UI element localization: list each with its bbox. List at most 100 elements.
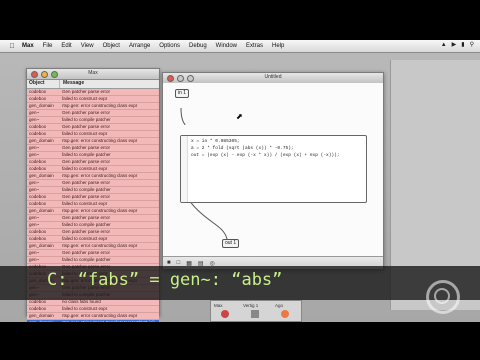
menu-edit[interactable]: Edit	[61, 43, 71, 49]
code-line-2[interactable]: a = 2 * fold (sqrt (abs (x)) * -0.75);	[191, 146, 294, 151]
console-row[interactable]: codebox Gen patcher parse error	[27, 89, 159, 96]
console-row-message: Gen patcher parse error	[62, 229, 111, 234]
record-icon[interactable]	[221, 310, 229, 318]
in-object[interactable]: in 1	[175, 89, 190, 98]
console-row[interactable]: codebox Gen patcher parse error	[27, 159, 159, 166]
stop-icon[interactable]	[251, 310, 259, 318]
spotlight-icon[interactable]: ⚲	[470, 41, 474, 48]
code-line-1[interactable]: x = in * 0.085305;	[191, 139, 240, 144]
apple-menu-icon[interactable]: 	[7, 43, 17, 50]
menu-file[interactable]: File	[43, 43, 53, 49]
console-row-object: codebox	[29, 159, 47, 164]
console-row-message: failed to compile patcher	[62, 257, 111, 262]
menu-extras[interactable]: Extras	[246, 43, 263, 49]
column-message[interactable]: Message	[60, 80, 159, 88]
console-row[interactable]: gen~ Gen patcher parse error	[27, 110, 159, 117]
console-row[interactable]: gen~ failed to compile patcher	[27, 222, 159, 229]
console-row-message: Gen patcher parse error	[62, 180, 111, 185]
patch-cord-in[interactable]	[180, 107, 186, 126]
console-row[interactable]: gen_domain rtsp.gen: error constructing c…	[27, 313, 159, 320]
console-row[interactable]: gen~ failed to compile patcher	[27, 187, 159, 194]
menu-window[interactable]: Window	[216, 43, 237, 49]
console-row[interactable]: codebox failed to construct expr	[27, 96, 159, 103]
console-row[interactable]: codebox failed to construct expr	[27, 236, 159, 243]
menu-options[interactable]: Options	[159, 43, 180, 49]
wifi-icon[interactable]: ▲	[441, 42, 447, 48]
out-object[interactable]: out 1	[222, 239, 240, 248]
console-row[interactable]: gen~ failed to compile patcher	[27, 117, 159, 124]
console-row[interactable]: codebox failed to construct expr	[27, 201, 159, 208]
console-row[interactable]: gen~ Gen patcher parse error	[27, 250, 159, 257]
console-row-object: gen~	[29, 110, 40, 115]
console-row-message: Gen patcher parse error	[62, 215, 111, 220]
console-row-object: gen~	[29, 145, 40, 150]
console-row-message: failed to construct expr	[62, 166, 108, 171]
code-line-3[interactable]: out = (exp (x) - exp (-x * x)) / (exp (x…	[191, 153, 340, 158]
console-row-object: gen~	[29, 215, 40, 220]
menu-max[interactable]: Max	[22, 43, 34, 49]
menu-object[interactable]: Object	[103, 43, 120, 49]
console-row-object: codebox	[29, 194, 47, 199]
audio-icon[interactable]	[281, 310, 289, 318]
battery-icon[interactable]: ▮	[461, 41, 464, 48]
column-object[interactable]: Object	[27, 80, 60, 88]
console-row-object: codebox	[29, 131, 47, 136]
dock-label-vertig: Vertig 1	[243, 303, 259, 308]
console-row[interactable]: codebox Gen patcher parse error	[27, 229, 159, 236]
console-row[interactable]: gen~ Gen patcher parse error	[27, 145, 159, 152]
console-row-message: rtsp.gen: error constructing class expr	[62, 243, 138, 248]
console-row[interactable]: gen_domain rtsp.gen: error constructing c…	[27, 173, 159, 180]
menu-view[interactable]: View	[81, 43, 94, 49]
console-row-message: Gen patcher parse error	[62, 110, 111, 115]
console-row-message: rtsp.gen: error constructing class expr	[62, 103, 138, 108]
patcher-canvas[interactable]: in 1 x = in * 0.085305; a = 2 * fold (sq…	[163, 83, 383, 257]
console-row[interactable]: gen~ failed to compile patcher	[27, 257, 159, 264]
console-row[interactable]: gen_domain rtsp.gen: error constructing c…	[27, 103, 159, 110]
max-window-titlebar[interactable]: Max	[27, 69, 159, 80]
console-row-message: failed to construct expr	[62, 306, 108, 311]
console-row-object: gen~	[29, 187, 40, 192]
console-row[interactable]: codebox failed to construct expr	[27, 166, 159, 173]
console-row-object: gen~	[29, 180, 40, 185]
console-row[interactable]: codebox failed to construct expr	[27, 306, 159, 313]
menu-arrange[interactable]: Arrange	[129, 43, 150, 49]
console-row-message: Gen patcher parse error	[62, 159, 111, 164]
letterbox-top	[0, 0, 480, 40]
console-row-message: failed to compile patcher	[62, 222, 111, 227]
console-row-object: codebox	[29, 89, 47, 94]
console-row-object: codebox	[29, 166, 47, 171]
console-row-object: gen~	[29, 222, 40, 227]
console-row-object: gen~	[29, 152, 40, 157]
volume-icon[interactable]: ▶	[452, 41, 457, 48]
console-row[interactable]: gen_domain rtsp.gen: error constructing c…	[27, 243, 159, 250]
console-row[interactable]: codebox Gen patcher parse error	[27, 124, 159, 131]
console-row[interactable]: codebox no class fabs found	[27, 299, 159, 306]
console-row[interactable]: codebox Gen patcher parse error	[27, 194, 159, 201]
console-row-object: codebox	[29, 306, 47, 311]
console-row[interactable]: gen_domain rtsp.gen: error constructing c…	[27, 138, 159, 145]
console-row[interactable]: gen~ failed to compile patcher	[27, 152, 159, 159]
console-row-message: rtsp.gen: error constructing class expr	[62, 138, 138, 143]
menu-bar:  Max File Edit View Object Arrange Opti…	[0, 40, 480, 53]
console-row[interactable]: gen~ Gen patcher parse error	[27, 180, 159, 187]
mouse-cursor-icon: ⬈	[236, 112, 243, 121]
caption-text: C: “fabs” = gen~: “abs”	[47, 270, 283, 290]
console-row-object: codebox	[29, 236, 47, 241]
console-row-message: Gen patcher parse error	[62, 124, 111, 129]
menu-help[interactable]: Help	[272, 43, 284, 49]
codebox[interactable]: x = in * 0.085305; a = 2 * fold (sqrt (a…	[180, 135, 367, 203]
letterbox-bottom	[0, 322, 480, 360]
menu-extras-tray: ▲ ▶ ▮ ⚲	[441, 41, 474, 49]
menu-debug[interactable]: Debug	[189, 43, 207, 49]
console-row-message: failed to compile patcher	[62, 117, 111, 122]
console-row[interactable]: gen_domain rtsp.gen: error constructing c…	[27, 208, 159, 215]
console-row-message: failed to construct expr	[62, 201, 108, 206]
console-row-object: gen_domain	[29, 173, 54, 178]
console-column-header: Object Message	[27, 80, 159, 89]
console-row-object: gen_domain	[29, 103, 54, 108]
console-row-message: Gen patcher parse error	[62, 250, 111, 255]
console-row[interactable]: gen~ Gen patcher parse error	[27, 215, 159, 222]
console-row-message: Gen patcher parse error	[62, 145, 111, 150]
console-row[interactable]: codebox failed to construct expr	[27, 131, 159, 138]
codebox-gutter	[181, 136, 188, 202]
